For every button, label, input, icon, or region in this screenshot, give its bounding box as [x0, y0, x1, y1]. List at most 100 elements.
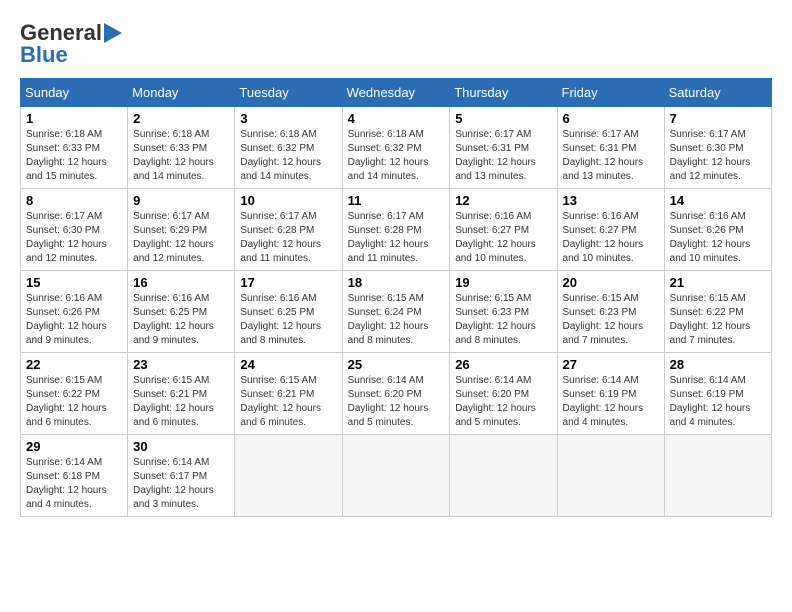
calendar-cell: 16 Sunrise: 6:16 AMSunset: 6:25 PMDayligh…	[128, 271, 235, 353]
weekday-header-thursday: Thursday	[450, 79, 557, 107]
day-info: Sunrise: 6:15 AMSunset: 6:23 PMDaylight:…	[455, 292, 551, 348]
day-info: Sunrise: 6:14 AMSunset: 6:19 PMDaylight:…	[670, 374, 766, 430]
day-number: 8	[26, 193, 122, 208]
calendar-cell: 27 Sunrise: 6:14 AMSunset: 6:19 PMDayligh…	[557, 353, 664, 435]
day-number: 1	[26, 111, 122, 126]
calendar-cell: 23Sunrise: 6:15 AMSunset: 6:21 PMDayligh…	[128, 353, 235, 435]
day-number: 4	[348, 111, 445, 126]
logo-arrow-icon	[104, 23, 122, 43]
calendar-cell: 18Sunrise: 6:15 AMSunset: 6:24 PMDayligh…	[342, 271, 450, 353]
day-info: Sunrise: 6:17 AMSunset: 6:31 PMDaylight:…	[455, 128, 551, 184]
calendar-cell: 3 Sunrise: 6:18 AMSunset: 6:32 PMDaylight…	[235, 107, 342, 189]
calendar-cell: 30 Sunrise: 6:14 AMSunset: 6:17 PMDayligh…	[128, 435, 235, 517]
day-info: Sunrise: 6:18 AMSunset: 6:33 PMDaylight:…	[133, 128, 229, 184]
day-number: 25	[348, 357, 445, 372]
day-info: Sunrise: 6:17 AMSunset: 6:30 PMDaylight:…	[670, 128, 766, 184]
calendar-cell	[235, 435, 342, 517]
day-number: 28	[670, 357, 766, 372]
calendar-cell: 9 Sunrise: 6:17 AMSunset: 6:29 PMDaylight…	[128, 189, 235, 271]
day-info: Sunrise: 6:18 AMSunset: 6:32 PMDaylight:…	[348, 128, 445, 184]
day-number: 30	[133, 439, 229, 454]
calendar-cell	[557, 435, 664, 517]
calendar-cell: 25 Sunrise: 6:14 AMSunset: 6:20 PMDayligh…	[342, 353, 450, 435]
day-number: 7	[670, 111, 766, 126]
day-number: 6	[563, 111, 659, 126]
weekday-header-saturday: Saturday	[664, 79, 771, 107]
calendar-cell: 7 Sunrise: 6:17 AMSunset: 6:30 PMDaylight…	[664, 107, 771, 189]
calendar-cell: 26Sunrise: 6:14 AMSunset: 6:20 PMDayligh…	[450, 353, 557, 435]
day-number: 29	[26, 439, 122, 454]
calendar-cell: 2 Sunrise: 6:18 AMSunset: 6:33 PMDaylight…	[128, 107, 235, 189]
calendar-cell: 20 Sunrise: 6:15 AMSunset: 6:23 PMDayligh…	[557, 271, 664, 353]
day-info: Sunrise: 6:14 AMSunset: 6:19 PMDaylight:…	[563, 374, 659, 430]
calendar-cell: 14 Sunrise: 6:16 AMSunset: 6:26 PMDayligh…	[664, 189, 771, 271]
calendar-week-row: 15 Sunrise: 6:16 AMSunset: 6:26 PMDayligh…	[21, 271, 772, 353]
day-number: 15	[26, 275, 122, 290]
day-info: Sunrise: 6:17 AMSunset: 6:31 PMDaylight:…	[563, 128, 659, 184]
day-number: 21	[670, 275, 766, 290]
calendar-cell: 19 Sunrise: 6:15 AMSunset: 6:23 PMDayligh…	[450, 271, 557, 353]
calendar-cell: 13Sunrise: 6:16 AMSunset: 6:27 PMDayligh…	[557, 189, 664, 271]
calendar-cell: 17 Sunrise: 6:16 AMSunset: 6:25 PMDayligh…	[235, 271, 342, 353]
calendar-cell: 24 Sunrise: 6:15 AMSunset: 6:21 PMDayligh…	[235, 353, 342, 435]
calendar-cell: 6 Sunrise: 6:17 AMSunset: 6:31 PMDaylight…	[557, 107, 664, 189]
day-number: 10	[240, 193, 336, 208]
day-number: 2	[133, 111, 229, 126]
day-info: Sunrise: 6:14 AMSunset: 6:20 PMDaylight:…	[455, 374, 551, 430]
logo: General Blue	[20, 20, 122, 68]
day-number: 24	[240, 357, 336, 372]
day-number: 17	[240, 275, 336, 290]
day-info: Sunrise: 6:15 AMSunset: 6:23 PMDaylight:…	[563, 292, 659, 348]
day-number: 16	[133, 275, 229, 290]
calendar-week-row: 8 Sunrise: 6:17 AMSunset: 6:30 PMDaylight…	[21, 189, 772, 271]
day-number: 5	[455, 111, 551, 126]
weekday-header-monday: Monday	[128, 79, 235, 107]
day-number: 23	[133, 357, 229, 372]
calendar-cell: 1 Sunrise: 6:18 AMSunset: 6:33 PMDaylight…	[21, 107, 128, 189]
day-info: Sunrise: 6:14 AMSunset: 6:18 PMDaylight:…	[26, 456, 122, 512]
day-info: Sunrise: 6:17 AMSunset: 6:30 PMDaylight:…	[26, 210, 122, 266]
calendar-cell	[664, 435, 771, 517]
day-number: 11	[348, 193, 445, 208]
day-info: Sunrise: 6:16 AMSunset: 6:25 PMDaylight:…	[240, 292, 336, 348]
calendar-cell: 29 Sunrise: 6:14 AMSunset: 6:18 PMDayligh…	[21, 435, 128, 517]
day-info: Sunrise: 6:15 AMSunset: 6:22 PMDaylight:…	[26, 374, 122, 430]
day-number: 20	[563, 275, 659, 290]
day-info: Sunrise: 6:16 AMSunset: 6:27 PMDaylight:…	[455, 210, 551, 266]
day-number: 22	[26, 357, 122, 372]
calendar-header-row: SundayMondayTuesdayWednesdayThursdayFrid…	[21, 79, 772, 107]
day-number: 9	[133, 193, 229, 208]
calendar-week-row: 1 Sunrise: 6:18 AMSunset: 6:33 PMDaylight…	[21, 107, 772, 189]
day-info: Sunrise: 6:16 AMSunset: 6:26 PMDaylight:…	[670, 210, 766, 266]
day-info: Sunrise: 6:17 AMSunset: 6:28 PMDaylight:…	[240, 210, 336, 266]
day-number: 19	[455, 275, 551, 290]
calendar-week-row: 29 Sunrise: 6:14 AMSunset: 6:18 PMDayligh…	[21, 435, 772, 517]
calendar-cell: 11 Sunrise: 6:17 AMSunset: 6:28 PMDayligh…	[342, 189, 450, 271]
day-info: Sunrise: 6:14 AMSunset: 6:20 PMDaylight:…	[348, 374, 445, 430]
calendar-cell	[450, 435, 557, 517]
calendar-cell: 22 Sunrise: 6:15 AMSunset: 6:22 PMDayligh…	[21, 353, 128, 435]
weekday-header-sunday: Sunday	[21, 79, 128, 107]
calendar-cell: 5 Sunrise: 6:17 AMSunset: 6:31 PMDaylight…	[450, 107, 557, 189]
calendar-week-row: 22 Sunrise: 6:15 AMSunset: 6:22 PMDayligh…	[21, 353, 772, 435]
calendar-cell: 8 Sunrise: 6:17 AMSunset: 6:30 PMDaylight…	[21, 189, 128, 271]
day-info: Sunrise: 6:15 AMSunset: 6:22 PMDaylight:…	[670, 292, 766, 348]
day-number: 27	[563, 357, 659, 372]
calendar-cell: 10 Sunrise: 6:17 AMSunset: 6:28 PMDayligh…	[235, 189, 342, 271]
day-info: Sunrise: 6:14 AMSunset: 6:17 PMDaylight:…	[133, 456, 229, 512]
calendar-table: SundayMondayTuesdayWednesdayThursdayFrid…	[20, 78, 772, 517]
day-info: Sunrise: 6:16 AMSunset: 6:25 PMDaylight:…	[133, 292, 229, 348]
day-info: Sunrise: 6:18 AMSunset: 6:33 PMDaylight:…	[26, 128, 122, 184]
day-number: 14	[670, 193, 766, 208]
day-number: 3	[240, 111, 336, 126]
day-info: Sunrise: 6:17 AMSunset: 6:28 PMDaylight:…	[348, 210, 445, 266]
day-info: Sunrise: 6:18 AMSunset: 6:32 PMDaylight:…	[240, 128, 336, 184]
day-info: Sunrise: 6:16 AMSunset: 6:27 PMDaylight:…	[563, 210, 659, 266]
day-number: 12	[455, 193, 551, 208]
day-info: Sunrise: 6:17 AMSunset: 6:29 PMDaylight:…	[133, 210, 229, 266]
day-info: Sunrise: 6:15 AMSunset: 6:21 PMDaylight:…	[240, 374, 336, 430]
day-info: Sunrise: 6:16 AMSunset: 6:26 PMDaylight:…	[26, 292, 122, 348]
weekday-header-wednesday: Wednesday	[342, 79, 450, 107]
calendar-body: 1 Sunrise: 6:18 AMSunset: 6:33 PMDaylight…	[21, 107, 772, 517]
page-header: General Blue	[20, 20, 772, 68]
